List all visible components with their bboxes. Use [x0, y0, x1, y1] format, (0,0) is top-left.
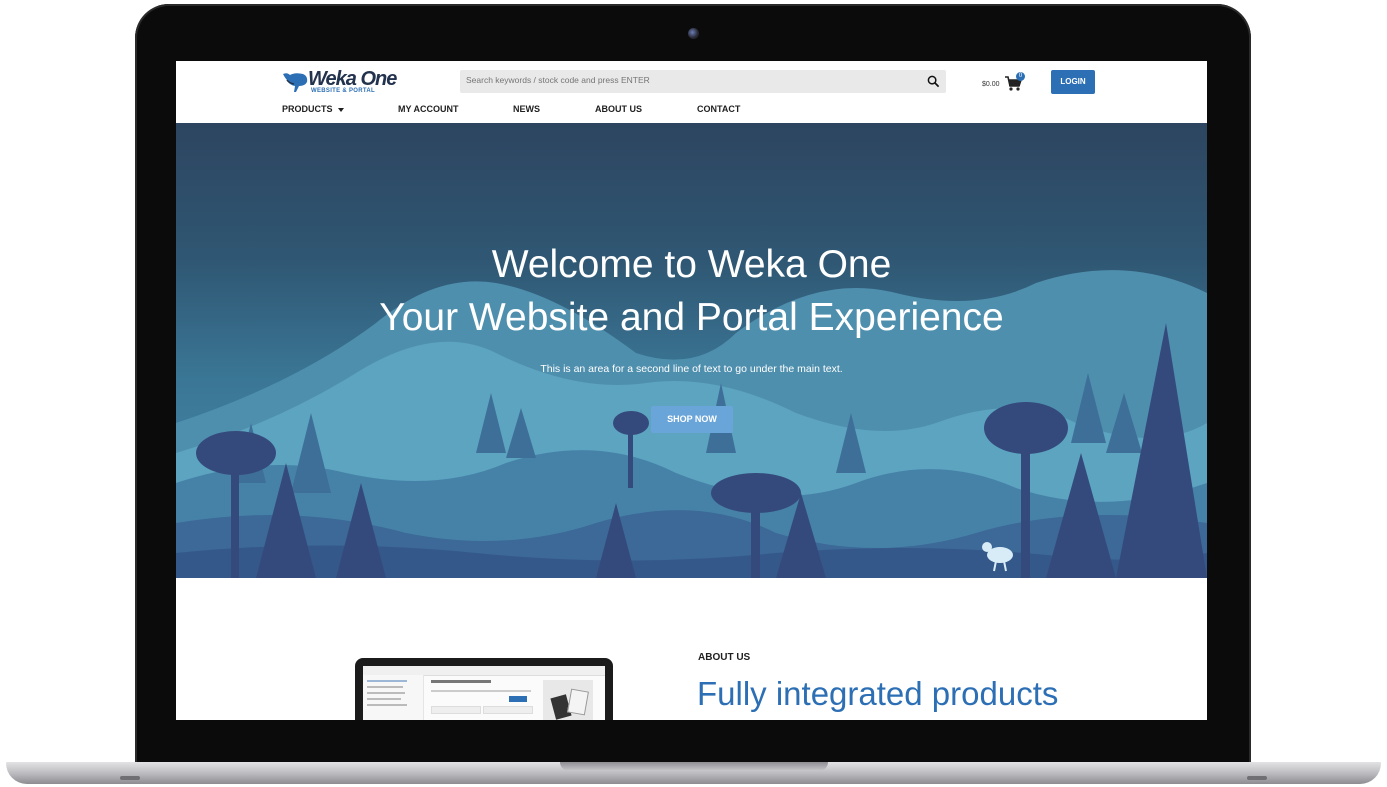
nav-news[interactable]: NEWS	[513, 104, 540, 114]
nav-about-us[interactable]: ABOUT US	[595, 104, 642, 114]
nav-contact[interactable]: CONTACT	[697, 104, 740, 114]
hero-subtitle: This is an area for a second line of tex…	[540, 363, 843, 375]
login-button[interactable]: LOGIN	[1051, 70, 1095, 94]
laptop-notch	[560, 762, 828, 771]
site-logo[interactable]: Weka One WEBSITE & PORTAL	[281, 68, 401, 96]
search-bar[interactable]	[460, 70, 946, 93]
forest-illustration	[176, 270, 1207, 578]
hero-banner: Welcome to Weka One Your Website and Por…	[176, 123, 1207, 578]
about-section-label: ABOUT US	[698, 652, 751, 663]
cart-count-badge: 0	[1016, 72, 1025, 81]
search-input[interactable]	[466, 75, 896, 85]
chevron-down-icon	[337, 107, 344, 112]
search-icon[interactable]	[927, 75, 940, 88]
webcam-icon	[688, 28, 699, 39]
nav-products[interactable]: PRODUCTS	[282, 104, 344, 114]
cart-total: $0.00	[982, 81, 1000, 88]
shop-now-button[interactable]: SHOP NOW	[651, 406, 733, 433]
preview-screen	[363, 666, 605, 720]
laptop-foot	[1247, 776, 1267, 780]
nav-my-account[interactable]: MY ACCOUNT	[398, 104, 459, 114]
site-header: Weka One WEBSITE & PORTAL $0.00 0 LOGIN …	[176, 61, 1207, 124]
website-screen: Weka One WEBSITE & PORTAL $0.00 0 LOGIN …	[176, 61, 1207, 720]
product-preview-image	[355, 658, 613, 720]
about-heading: Fully integrated products	[697, 675, 1059, 712]
laptop-foot	[120, 776, 140, 780]
hero-title-line1: Welcome to Weka One	[491, 243, 892, 286]
nav-products-label: PRODUCTS	[282, 104, 333, 114]
weka-bird-icon	[283, 73, 308, 92]
hero-title-line2: Your Website and Portal Experience	[379, 296, 1004, 339]
logo-subtitle: WEBSITE & PORTAL	[311, 88, 376, 94]
